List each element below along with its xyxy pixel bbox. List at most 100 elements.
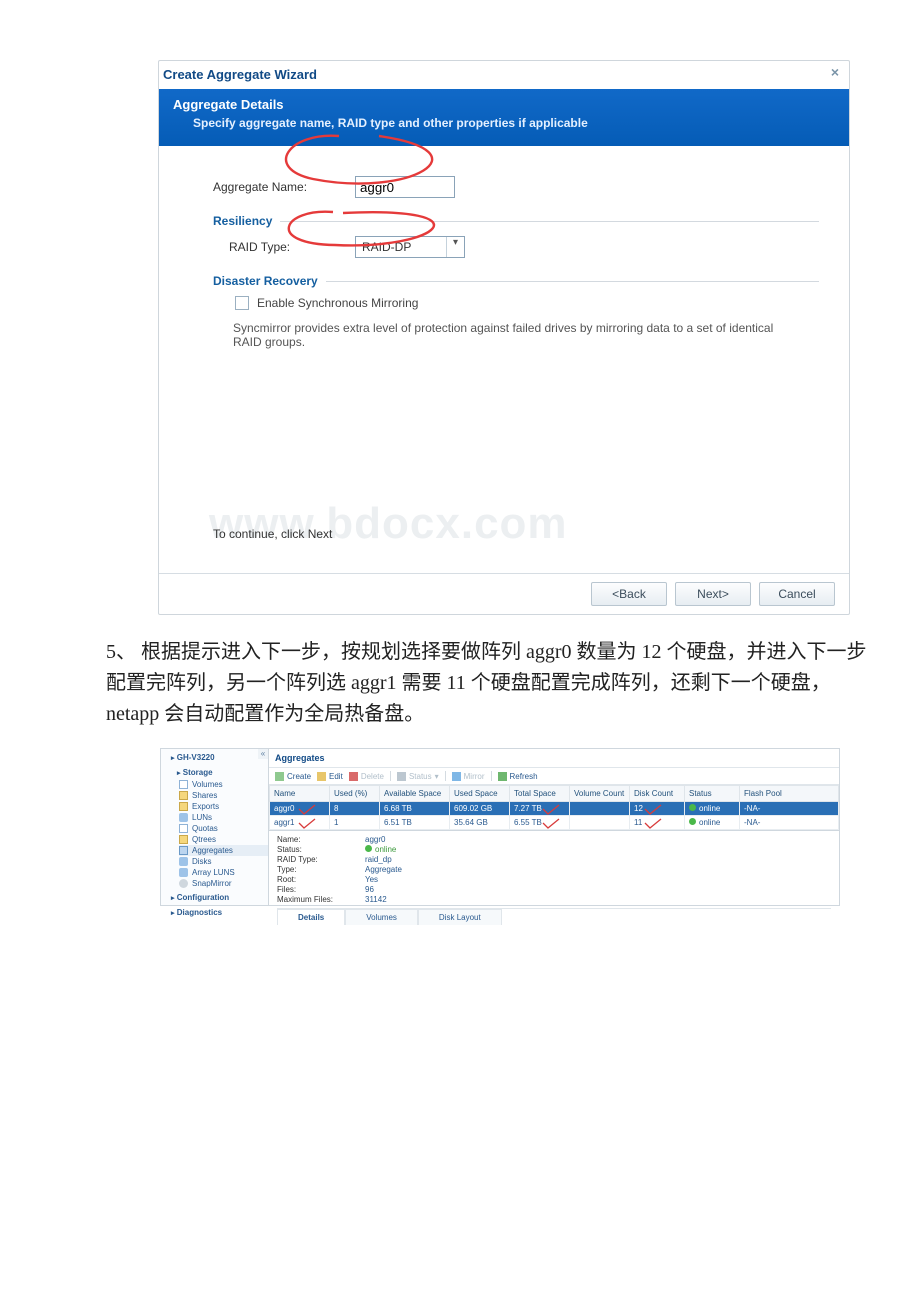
nav-root[interactable]: ▸ GH-V3220 — [161, 749, 268, 764]
status-dot-icon — [689, 818, 696, 825]
close-icon[interactable]: × — [827, 65, 843, 81]
detail-key-raid: RAID Type: — [277, 855, 357, 864]
cell-used: 8 — [330, 802, 380, 816]
col-used[interactable]: Used (%) — [330, 786, 380, 802]
back-button[interactable]: <Back — [591, 582, 667, 606]
tab-volumes[interactable]: Volumes — [345, 909, 418, 925]
tab-details[interactable]: Details — [277, 909, 345, 925]
wizard-title: Create Aggregate Wizard — [163, 67, 317, 82]
detail-key-root: Root: — [277, 875, 357, 884]
nav-item-quotas[interactable]: Quotas — [179, 823, 268, 834]
detail-val-root: Yes — [365, 875, 378, 884]
nav-tree: « ▸ GH-V3220 ▸ Storage Volumes Shares Ex… — [161, 749, 269, 905]
delete-button[interactable]: Delete — [349, 772, 384, 781]
next-button[interactable]: Next> — [675, 582, 751, 606]
nav-diagnostics[interactable]: ▸ Diagnostics — [161, 904, 268, 919]
table-header-row: Name Used (%) Available Space Used Space… — [270, 786, 839, 802]
nav-item-luns[interactable]: LUNs — [179, 812, 268, 823]
wizard-titlebar: Create Aggregate Wizard × — [159, 61, 849, 89]
create-button[interactable]: Create — [275, 772, 311, 781]
cell-status: online — [685, 816, 740, 830]
detail-key-files: Files: — [277, 885, 357, 894]
details-pane: Name:aggr0 Status:online RAID Type:raid_… — [269, 830, 839, 927]
status-dot-icon — [365, 845, 372, 852]
toolbar: Create Edit Delete Status ▾ Mirror Refre… — [269, 767, 839, 785]
wizard-body: Aggregate Name: Resiliency RAID Type: RA… — [159, 146, 849, 573]
aggregate-name-input[interactable] — [355, 176, 455, 198]
nav-storage[interactable]: ▸ Storage — [161, 764, 268, 779]
cancel-button[interactable]: Cancel — [759, 582, 835, 606]
edit-button[interactable]: Edit — [317, 772, 343, 781]
nav-list: Volumes Shares Exports LUNs Quotas Qtree… — [161, 779, 268, 889]
toolbar-separator — [390, 771, 391, 781]
detail-key-status: Status: — [277, 845, 357, 854]
annotation-check-icon — [298, 818, 316, 830]
toolbar-separator — [445, 771, 446, 781]
cell-flash: -NA- — [740, 816, 839, 830]
nav-item-shares[interactable]: Shares — [179, 790, 268, 801]
sync-mirror-hint: Syncmirror provides extra level of prote… — [233, 321, 793, 349]
resiliency-heading: Resiliency — [213, 214, 272, 228]
annotation-check-icon — [298, 804, 316, 816]
cell-usedspace: 35.64 GB — [450, 816, 510, 830]
chevron-down-icon: ▾ — [446, 237, 464, 257]
nav-item-disks[interactable]: Disks — [179, 856, 268, 867]
nav-item-array-luns[interactable]: Array LUNS — [179, 867, 268, 878]
mirror-button[interactable]: Mirror — [452, 772, 485, 781]
raid-type-select[interactable]: RAID-DP ▾ — [355, 236, 465, 258]
refresh-button[interactable]: Refresh — [498, 772, 538, 781]
doc-paragraph: 5、 根据提示进入下一步，按规划选择要做阵列 aggr0 数量为 12 个硬盘，… — [106, 637, 876, 730]
detail-val-name: aggr0 — [365, 835, 385, 844]
col-name[interactable]: Name — [270, 786, 330, 802]
col-volcount[interactable]: Volume Count — [570, 786, 630, 802]
detail-key-type: Type: — [277, 865, 357, 874]
divider — [326, 281, 819, 282]
wizard-subheading: Specify aggregate name, RAID type and ot… — [173, 116, 835, 130]
cell-name: aggr0 — [274, 804, 294, 813]
main-area: Aggregates Create Edit Delete Status ▾ M… — [269, 749, 839, 905]
cell-used: 1 — [330, 816, 380, 830]
cell-flash: -NA- — [740, 802, 839, 816]
cell-status: online — [685, 802, 740, 816]
toolbar-separator — [491, 771, 492, 781]
nav-item-qtrees[interactable]: Qtrees — [179, 834, 268, 845]
nav-item-aggregates[interactable]: Aggregates — [179, 845, 268, 856]
checkbox-icon — [235, 296, 249, 310]
cell-avail: 6.51 TB — [380, 816, 450, 830]
watermark-text: www.bdocx.com — [209, 499, 819, 549]
tab-disklayout[interactable]: Disk Layout — [418, 909, 502, 925]
nav-item-volumes[interactable]: Volumes — [179, 779, 268, 790]
collapse-icon[interactable]: « — [258, 749, 268, 759]
detail-key-name: Name: — [277, 835, 357, 844]
nav-configuration[interactable]: ▸ Configuration — [161, 889, 268, 904]
details-tabs: Details Volumes Disk Layout — [277, 908, 831, 925]
detail-val-files: 96 — [365, 885, 374, 894]
table-row[interactable]: aggr1 1 6.51 TB 35.64 GB 6.55 TB 11 — [270, 816, 839, 830]
nav-item-exports[interactable]: Exports — [179, 801, 268, 812]
col-total[interactable]: Total Space — [510, 786, 570, 802]
cell-disk: 12 — [634, 804, 643, 813]
table-row[interactable]: aggr0 8 6.68 TB 609.02 GB 7.27 TB 12 — [270, 802, 839, 816]
sync-mirror-checkbox[interactable]: Enable Synchronous Mirroring — [235, 296, 418, 310]
continue-text: To continue, click Next — [213, 527, 819, 541]
wizard-subtitle: Aggregate Details — [173, 97, 835, 112]
raid-type-label: RAID Type: — [229, 240, 343, 254]
col-avail[interactable]: Available Space — [380, 786, 450, 802]
cell-avail: 6.68 TB — [380, 802, 450, 816]
col-flash[interactable]: Flash Pool — [740, 786, 839, 802]
nav-item-snapmirror[interactable]: SnapMirror — [179, 878, 268, 889]
annotation-check-icon — [644, 804, 662, 816]
cell-vol — [570, 802, 630, 816]
cell-usedspace: 609.02 GB — [450, 802, 510, 816]
col-usedspace[interactable]: Used Space — [450, 786, 510, 802]
detail-val-raid: raid_dp — [365, 855, 392, 864]
cell-disk: 11 — [634, 818, 642, 827]
col-status[interactable]: Status — [685, 786, 740, 802]
status-button[interactable]: Status ▾ — [397, 772, 439, 781]
aggregates-table: Name Used (%) Available Space Used Space… — [269, 785, 839, 830]
aggregate-name-label: Aggregate Name: — [213, 180, 343, 194]
pane-title: Aggregates — [269, 749, 839, 767]
raid-type-value: RAID-DP — [356, 240, 446, 254]
annotation-check-icon — [542, 818, 560, 830]
col-diskcount[interactable]: Disk Count — [630, 786, 685, 802]
